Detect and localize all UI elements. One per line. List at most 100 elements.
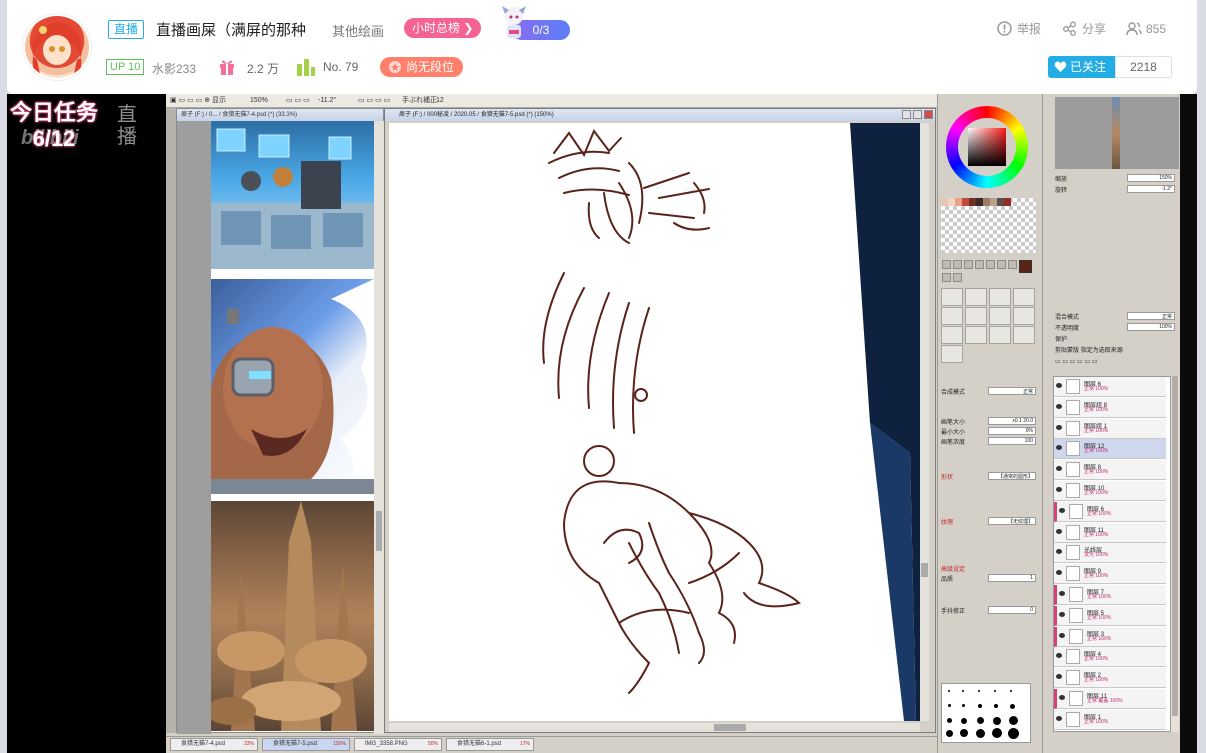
tool-property-value[interactable]: 【无纹理】 (988, 517, 1036, 525)
visibility-eye-icon[interactable] (1056, 424, 1062, 430)
file-tab[interactable]: 食猎无猫7-4.psd 33% (170, 738, 258, 751)
navigator-preview[interactable] (1055, 97, 1179, 169)
layer-list[interactable]: 图层 6 正常 100% 图层组 8 正常 100% 图层组 1 正常 100% 图层 12… (1053, 376, 1171, 732)
tool-property[interactable]: 形状 【通常的圆形】 (941, 472, 1036, 481)
tool-property[interactable]: 画笔大小 x0.1 20.0 (941, 417, 1036, 426)
reference-vertical-scrollbar[interactable] (374, 121, 384, 734)
zoom-value[interactable]: 150% (250, 94, 268, 108)
color-wheel[interactable] (946, 106, 1028, 188)
tool-property-value[interactable]: 0 (988, 606, 1036, 614)
canvas-vertical-scrollbar[interactable] (920, 123, 929, 721)
navigator-angle-value[interactable]: -1.2° (1127, 185, 1175, 193)
layer-opacity-value[interactable]: 100% (1127, 323, 1175, 331)
follow-button[interactable]: 已关注 (1048, 56, 1115, 78)
wand-tool-icon[interactable] (964, 260, 973, 269)
blend-mode[interactable]: 混合模式 正常 (1055, 312, 1175, 321)
layer-row[interactable]: 图层 3 正常 100% (1054, 626, 1166, 647)
tool-property[interactable]: 手抖修正 0 (941, 606, 1036, 615)
up-name[interactable]: 水影233 (152, 60, 196, 77)
zoom-buttons[interactable]: ▭ ▭ ▭ (286, 94, 310, 108)
layer-scrollbar[interactable] (1171, 376, 1179, 732)
canvas-horizontal-scrollbar[interactable] (389, 723, 920, 732)
brush-preset[interactable] (989, 288, 1011, 306)
layer-row[interactable]: 图层 11 正常 100% (1054, 522, 1166, 543)
layer-row[interactable]: 图层 8 正常 100% (1054, 460, 1166, 481)
scrollbar-thumb[interactable] (1172, 376, 1178, 716)
layer-row[interactable]: 图层 12 正常 100% (1054, 439, 1166, 460)
layer-opacity[interactable]: 不透明度 100% (1055, 323, 1175, 332)
layer-row[interactable]: 图层 11 正常 覆盖 100% (1054, 689, 1166, 709)
brush-preset[interactable] (965, 307, 987, 325)
blend-mode-value[interactable]: 正常 (1127, 312, 1175, 320)
tool-property-value[interactable]: 正常 (988, 387, 1036, 395)
scrollbar-thumb[interactable] (921, 563, 928, 577)
visibility-eye-icon[interactable] (1056, 674, 1062, 680)
layer-row[interactable]: 图层 1 正常 100% (1054, 709, 1166, 730)
brush-preset[interactable] (965, 288, 987, 306)
brush-size-presets[interactable] (941, 683, 1031, 743)
report-button[interactable]: 举报 (997, 20, 1041, 38)
visibility-eye-icon[interactable] (1056, 383, 1062, 388)
angle-value[interactable]: -11.2° (318, 94, 336, 108)
saturation-value-square[interactable] (968, 128, 1006, 166)
scrollbar-thumb[interactable] (376, 511, 382, 551)
tool-property-value[interactable]: 0% (988, 427, 1036, 435)
tool-property[interactable]: 画笔浓度 100 (941, 437, 1036, 446)
brush-preset[interactable] (1013, 326, 1035, 344)
rank-badge[interactable]: 0/3 (494, 4, 572, 42)
drawing-canvas[interactable] (389, 123, 920, 721)
hour-rank-button[interactable]: 小时总榜 ❯ (404, 18, 482, 38)
visibility-eye-icon[interactable] (1056, 445, 1062, 451)
layer-row[interactable]: 图层 6 正常 100% (1054, 377, 1166, 397)
visibility-eye-icon[interactable] (1059, 507, 1065, 513)
brush-preset[interactable] (1013, 307, 1035, 325)
current-color[interactable] (1019, 260, 1032, 273)
minimize-icon[interactable] (902, 110, 911, 119)
brush-preset[interactable] (941, 288, 963, 306)
layer-row[interactable]: 图层 9 正常 100% (1054, 564, 1166, 585)
lasso-tool-icon[interactable] (953, 260, 962, 269)
layer-row[interactable]: 图层 4 正常 100% (1054, 647, 1166, 668)
select-tool-icon[interactable] (942, 260, 951, 269)
visibility-eye-icon[interactable] (1059, 632, 1065, 638)
brush-preset[interactable] (989, 307, 1011, 325)
visibility-eye-icon[interactable] (1056, 528, 1062, 534)
live-player[interactable]: ▣ ▭ ▭ ▭ ⊕ 显示 150% ▭ ▭ ▭ -11.2° ▭ ▭ ▭ ▭ 手… (7, 94, 1197, 753)
clipping-mask[interactable]: 剪贴蒙版 指定为选取来源 (1055, 345, 1175, 354)
visibility-eye-icon[interactable] (1056, 715, 1062, 721)
left-scrollbar[interactable] (166, 108, 176, 733)
tool-property-value[interactable]: 【通常的圆形】 (988, 472, 1036, 480)
area-link[interactable]: 其他绘画 (332, 21, 384, 40)
navigator-zoom[interactable]: 缩放 150% (1055, 174, 1175, 183)
main-canvas-window[interactable]: 扉子 (F:) / 000秘凌 / 2020.05 / 食猎无猫7-5.psd … (384, 108, 936, 733)
brush-preset[interactable] (941, 307, 963, 325)
visibility-eye-icon[interactable] (1056, 487, 1062, 492)
hand-tool-icon[interactable] (942, 273, 951, 282)
visibility-eye-icon[interactable] (1056, 570, 1062, 576)
brush-preset[interactable] (965, 326, 987, 344)
layer-row[interactable]: 图层 6 正常 100% (1054, 501, 1166, 522)
tool-property[interactable]: 高级设定 (941, 564, 1036, 573)
share-button[interactable]: 分享 (1062, 20, 1106, 38)
visibility-eye-icon[interactable] (1059, 611, 1065, 617)
zoom-tool-icon[interactable] (1008, 260, 1017, 269)
layer-row[interactable]: 图层 2 正常 100% (1054, 668, 1166, 689)
reference-document-window[interactable]: 扉子 (F:) / 0... / 食猎无猫7-4.psd (*) (33.3%) (176, 108, 384, 734)
tool-property-value[interactable]: 1 (988, 574, 1036, 582)
navigator-zoom-value[interactable]: 150% (1127, 174, 1175, 182)
layer-buttons[interactable]: ▭ ▭ ▭ ▭ ▭ ▭ (1055, 358, 1175, 367)
visibility-eye-icon[interactable] (1056, 549, 1062, 555)
layer-row[interactable]: 图层组 1 正常 100% (1054, 418, 1166, 439)
layer-row[interactable]: 图层组 8 正常 100% (1054, 397, 1166, 418)
layer-row[interactable]: 图层 7 正常 100% (1054, 585, 1166, 605)
scrollbar-thumb[interactable] (714, 724, 746, 731)
visibility-eye-icon[interactable] (1056, 403, 1062, 409)
brush-presets[interactable] (941, 288, 1035, 364)
tool-property-value[interactable]: 100 (988, 437, 1036, 445)
navigator-angle[interactable]: 旋转 -1.2° (1055, 185, 1175, 194)
tool-property[interactable]: 最小大小 0% (941, 427, 1036, 436)
file-tab[interactable]: IMG_3358.PNG 50% (354, 738, 442, 751)
brush-preset[interactable] (941, 326, 963, 344)
tier-badge[interactable]: 尚无段位 (380, 57, 464, 77)
visibility-eye-icon[interactable] (1059, 695, 1065, 700)
